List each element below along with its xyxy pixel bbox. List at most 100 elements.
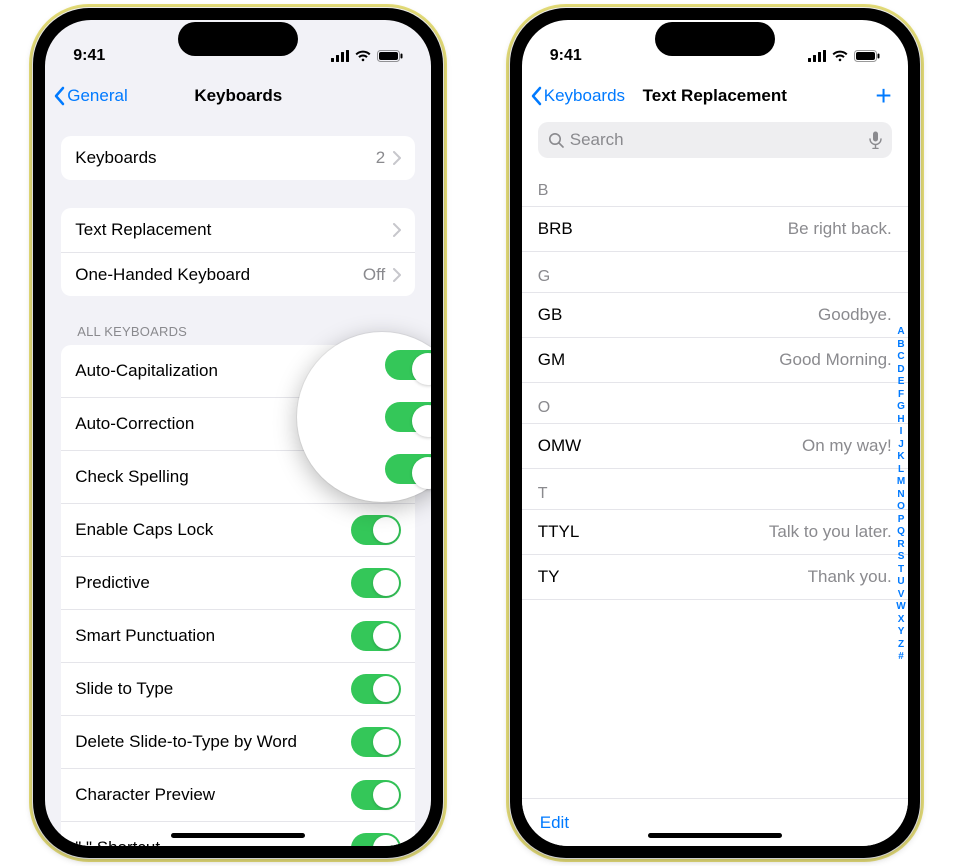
one-handed-row[interactable]: One-Handed Keyboard Off	[61, 252, 415, 296]
index-letter[interactable]: Q	[896, 526, 905, 539]
toggle-row: Slide to Type	[61, 662, 415, 715]
status-time: 9:41	[550, 47, 582, 65]
index-letter[interactable]: G	[896, 401, 905, 414]
toolbar: Edit	[522, 798, 908, 846]
shortcut-text: TY	[538, 567, 560, 587]
phrase-text: Talk to you later.	[769, 522, 892, 542]
toggle-label: Character Preview	[75, 785, 215, 805]
index-letter[interactable]: B	[896, 339, 905, 352]
index-letter[interactable]: X	[896, 614, 905, 627]
magnified-toggle	[385, 402, 431, 432]
switch[interactable]	[351, 515, 401, 545]
switch[interactable]	[351, 568, 401, 598]
index-letter[interactable]: R	[896, 539, 905, 552]
index-letter[interactable]: V	[896, 589, 905, 602]
screen-text-replacement: 9:41 Keyboards Text Replacement + Search	[522, 20, 908, 846]
toggle-row: Predictive	[61, 556, 415, 609]
toggle-label: Auto-Correction	[75, 414, 194, 434]
screen-keyboards: 9:41 General Keyboards	[45, 20, 431, 846]
index-letter[interactable]: T	[896, 564, 905, 577]
index-letter[interactable]: F	[896, 389, 905, 402]
index-letter[interactable]: C	[896, 351, 905, 364]
replacement-row[interactable]: TTYL Talk to you later.	[522, 510, 908, 555]
section-index[interactable]: ABCDEFGHIJKLMNOPQRSTUVWXYZ#	[896, 326, 905, 664]
shortcut-text: TTYL	[538, 522, 580, 542]
replacement-row[interactable]: GB Goodbye.	[522, 293, 908, 338]
home-indicator[interactable]	[171, 833, 305, 838]
phrase-text: Goodbye.	[818, 305, 892, 325]
keyboards-count: 2	[376, 148, 385, 168]
phrase-text: Good Morning.	[779, 350, 891, 370]
index-letter[interactable]: L	[896, 464, 905, 477]
section-header: O	[522, 383, 908, 424]
section-header: B	[522, 166, 908, 207]
toggle-label: Delete Slide-to-Type by Word	[75, 732, 297, 752]
list-area: BBRBBe right back.GGBGoodbye.GMGood Morn…	[522, 166, 908, 798]
back-button[interactable]: General	[53, 86, 127, 106]
magnified-toggle	[385, 454, 431, 484]
index-letter[interactable]: M	[896, 476, 905, 489]
section-header: G	[522, 252, 908, 293]
index-letter[interactable]: Y	[896, 626, 905, 639]
switch[interactable]	[351, 674, 401, 704]
index-letter[interactable]: J	[896, 439, 905, 452]
text-replacement-row[interactable]: Text Replacement	[61, 208, 415, 252]
shortcut-text: GB	[538, 305, 563, 325]
replacement-row[interactable]: TY Thank you.	[522, 555, 908, 600]
search-icon	[548, 132, 564, 148]
index-letter[interactable]: O	[896, 501, 905, 514]
nav-title: Keyboards	[194, 86, 282, 106]
index-letter[interactable]: #	[896, 651, 905, 664]
index-letter[interactable]: H	[896, 414, 905, 427]
phrase-text: Thank you.	[808, 567, 892, 587]
index-letter[interactable]: U	[896, 576, 905, 589]
index-letter[interactable]: D	[896, 364, 905, 377]
text-replacement-label: Text Replacement	[75, 220, 211, 240]
toggle-label: Check Spelling	[75, 467, 188, 487]
phone-right: 9:41 Keyboards Text Replacement + Search	[510, 8, 920, 858]
replacement-row[interactable]: BRBBe right back.	[522, 207, 908, 252]
nav-bar: Keyboards Text Replacement +	[522, 74, 908, 118]
index-letter[interactable]: N	[896, 489, 905, 502]
toggle-label: Enable Caps Lock	[75, 520, 213, 540]
switch[interactable]	[351, 833, 401, 846]
dynamic-island	[655, 22, 775, 56]
index-letter[interactable]: E	[896, 376, 905, 389]
index-letter[interactable]: W	[896, 601, 905, 614]
keyboards-row[interactable]: Keyboards 2	[61, 136, 415, 180]
one-handed-value: Off	[363, 265, 385, 285]
chevron-right-icon	[393, 223, 401, 237]
phrase-text: On my way!	[802, 436, 892, 456]
toggle-row: Delete Slide-to-Type by Word	[61, 715, 415, 768]
switch[interactable]	[351, 727, 401, 757]
status-icons	[808, 50, 880, 62]
toggle-label: Predictive	[75, 573, 150, 593]
group-keyboards: Keyboards 2	[61, 136, 415, 180]
switch[interactable]	[351, 621, 401, 651]
index-letter[interactable]: S	[896, 551, 905, 564]
battery-icon	[854, 50, 880, 62]
home-indicator[interactable]	[648, 833, 782, 838]
section-header: T	[522, 469, 908, 510]
switch[interactable]	[351, 780, 401, 810]
index-letter[interactable]: K	[896, 451, 905, 464]
back-button[interactable]: Keyboards	[530, 86, 625, 106]
search-bar[interactable]: Search	[538, 122, 892, 158]
toggle-row: Character Preview	[61, 768, 415, 821]
add-button[interactable]: +	[875, 82, 891, 110]
index-letter[interactable]: A	[896, 326, 905, 339]
toggle-label: Auto-Capitalization	[75, 361, 218, 381]
replacement-row[interactable]: OMW On my way!	[522, 424, 908, 469]
index-letter[interactable]: P	[896, 514, 905, 527]
edit-button[interactable]: Edit	[540, 813, 569, 833]
replacement-row[interactable]: GMGood Morning.	[522, 338, 908, 383]
magnified-toggle	[385, 350, 431, 380]
toggle-label: Smart Punctuation	[75, 626, 215, 646]
cellular-icon	[331, 50, 349, 62]
shortcut-text: OMW	[538, 436, 581, 456]
index-letter[interactable]: I	[896, 426, 905, 439]
index-letter[interactable]: Z	[896, 639, 905, 652]
mic-icon[interactable]	[869, 131, 882, 149]
back-label: Keyboards	[544, 86, 625, 106]
cellular-icon	[808, 50, 826, 62]
